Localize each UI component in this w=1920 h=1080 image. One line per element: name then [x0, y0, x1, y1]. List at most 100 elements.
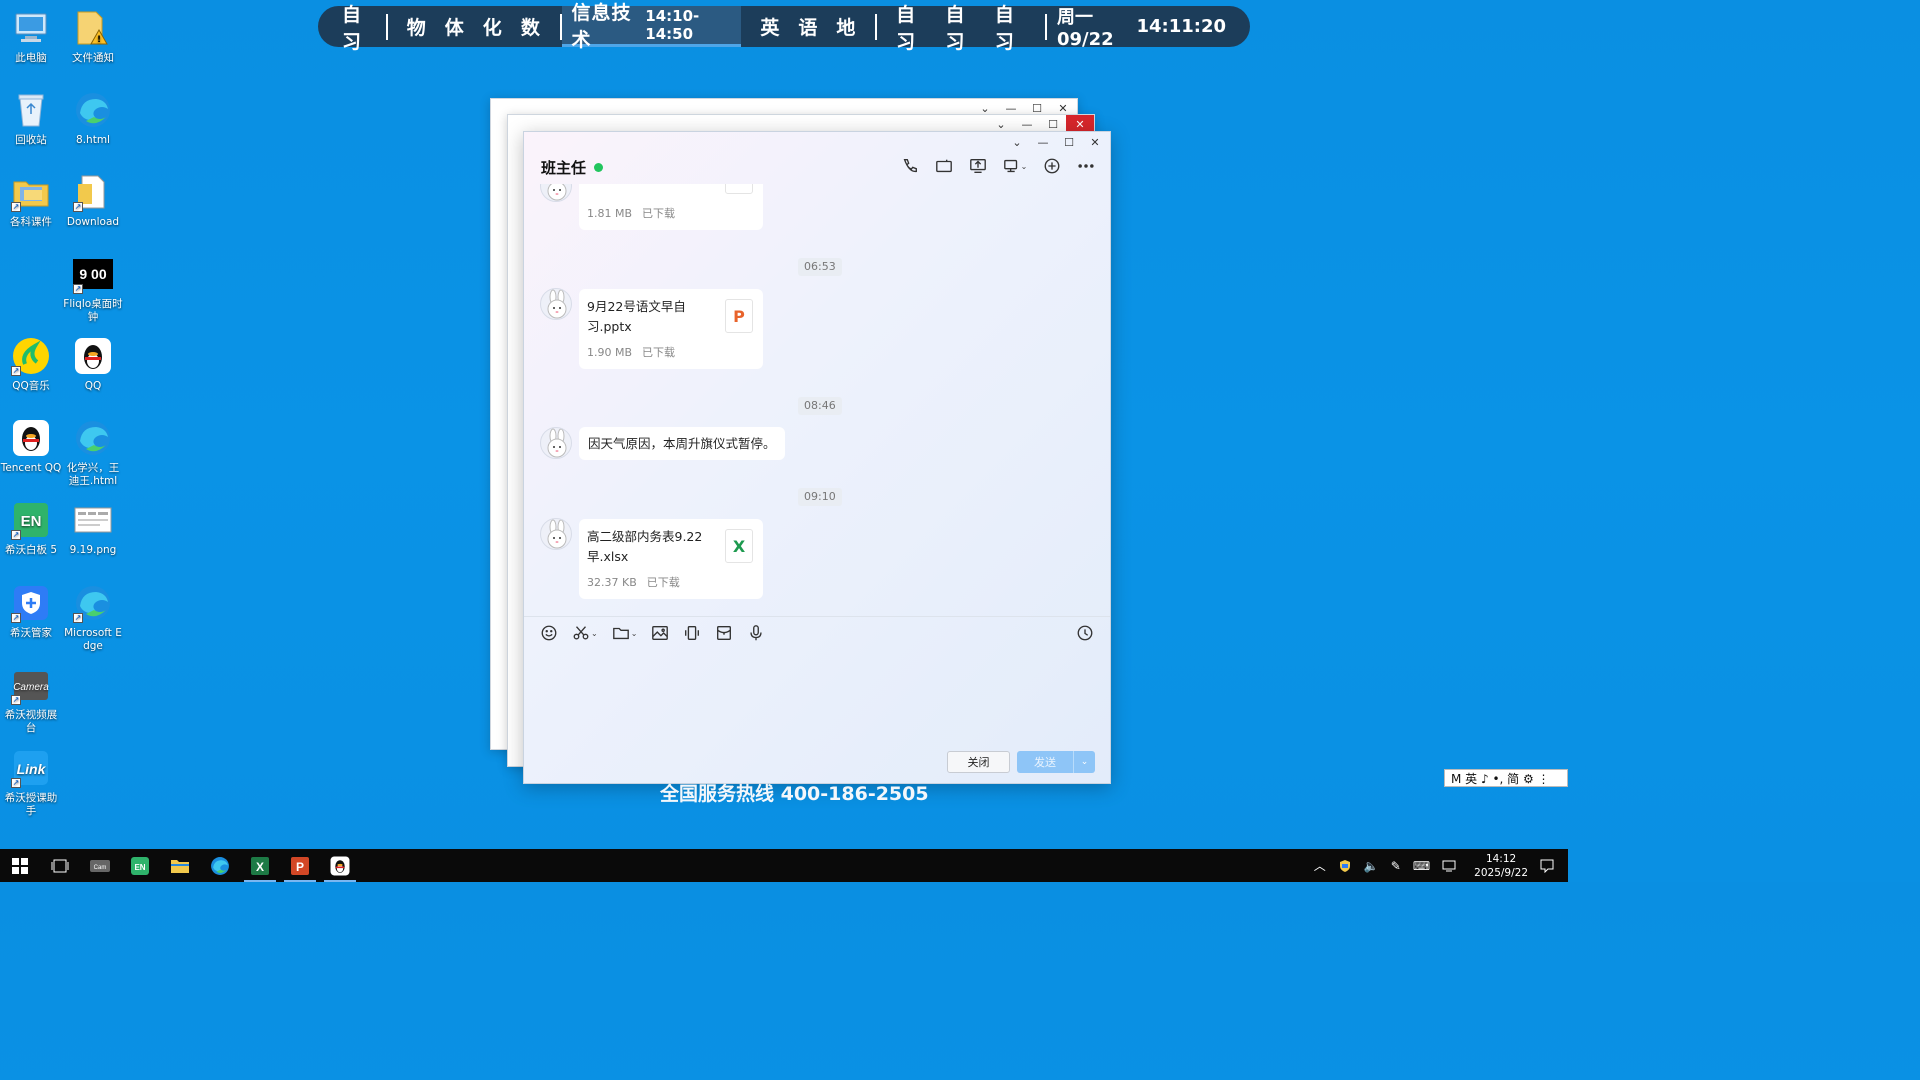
desktop-icon-label: Tencent QQ: [0, 462, 62, 474]
desktop-icon-courseware[interactable]: ↗ 各科课件: [0, 172, 62, 229]
desktop-icon-label: Microsoft Edge: [64, 627, 122, 652]
taskbar-edge[interactable]: [200, 849, 240, 882]
schedule-group-evening: 自习 自习 自习: [877, 4, 1045, 53]
voice-message-button[interactable]: [747, 623, 765, 643]
touch-keyboard-icon[interactable]: ⌨: [1413, 859, 1430, 873]
schedule-slot: 物: [406, 17, 427, 39]
file-message[interactable]: 高二级部内务表9.22早.xlsx X 32.37 KB 已下载: [579, 519, 763, 599]
pptx-file-icon: P: [725, 299, 753, 333]
chat-toolbar: ⌄: [900, 156, 1096, 176]
taskbar-time: 14:12: [1485, 852, 1517, 865]
avatar[interactable]: [540, 427, 572, 459]
close-button[interactable]: ✕: [1086, 136, 1104, 149]
file-meta: 32.37 KB 已下载: [587, 574, 680, 590]
desktop-icon-qq-music[interactable]: ↗ QQ音乐: [0, 336, 62, 393]
send-button[interactable]: 发送: [1017, 751, 1073, 773]
desktop-icon-edge[interactable]: ↗ Microsoft Edge: [62, 583, 124, 653]
taskbar-powerpoint[interactable]: P: [280, 849, 320, 882]
powerpoint-icon: P: [291, 856, 309, 875]
minimize-button[interactable]: —: [1034, 136, 1052, 149]
desktop-icon-chem-html[interactable]: 化学兴，王迪王.html: [62, 418, 124, 488]
maximize-button[interactable]: ☐: [1060, 136, 1078, 149]
schedule-slot: 自习: [994, 3, 1015, 53]
rabbit-avatar-icon: [547, 289, 567, 319]
security-shield-icon[interactable]: [1338, 859, 1352, 873]
clock-icon: 9 00 ↗: [73, 254, 113, 294]
desktop-icon-seewo-link[interactable]: Link ↗ 希沃授课助手: [0, 748, 62, 818]
ime-toolbar[interactable]: M 英 ♪ •, 简 ⚙ ⋮: [1444, 769, 1568, 787]
emoji-button[interactable]: [540, 623, 558, 643]
file-message[interactable]: 9月22号语文早自习.pptx P 1.90 MB 已下载: [579, 289, 763, 369]
send-image-button[interactable]: [651, 623, 669, 643]
taskbar-qq[interactable]: [320, 849, 360, 882]
schedule-group-morning: 物 体 化 数: [388, 6, 560, 47]
chevron-down-icon[interactable]: ⌄: [591, 629, 598, 638]
taskbar-seewo-whiteboard[interactable]: EN: [120, 849, 160, 882]
desktop-icon-seewo-manager[interactable]: ↗ 希沃管家: [0, 583, 62, 640]
file-size: 1.81 MB: [587, 207, 633, 220]
chevron-down-icon[interactable]: ⌄: [631, 629, 638, 638]
notification-icon[interactable]: [1540, 859, 1554, 873]
more-button[interactable]: [1076, 156, 1096, 176]
dropdown-button[interactable]: ⌄: [1008, 136, 1026, 149]
message-list[interactable]: P 1.81 MB 已下载 06:53 9月22号语文早自习.pptx P 1.9…: [524, 184, 1110, 616]
video-call-button[interactable]: [934, 156, 954, 176]
desktop-icon-label: QQ: [84, 380, 102, 392]
desktop-icon-label: QQ音乐: [12, 380, 50, 392]
pen-icon[interactable]: ✎: [1391, 859, 1401, 873]
desktop-icon-recycle-bin[interactable]: 回收站: [0, 90, 62, 147]
desktop-icon-seewo-camera[interactable]: Camera ↗ 希沃视频展台: [0, 665, 62, 735]
show-hidden-icons-chevron-up-icon[interactable]: ︿: [1314, 857, 1326, 874]
taskbar-file-explorer[interactable]: [160, 849, 200, 882]
voice-call-button[interactable]: [900, 156, 920, 176]
taskbar-seewo-camera[interactable]: Cam: [80, 849, 120, 882]
desktop-icon-seewo-whiteboard[interactable]: EN ↗ 希沃白板 5: [0, 500, 62, 557]
folder-icon: [171, 859, 189, 873]
desktop-icon-919png[interactable]: 9.19.png: [62, 500, 124, 557]
add-member-button[interactable]: [1042, 156, 1062, 176]
edge-icon: ↗: [73, 583, 113, 623]
send-file-button[interactable]: ⌄: [612, 623, 638, 643]
desktop-icon-fliqlo[interactable]: 9 00 ↗ Fliqlo桌面时钟: [62, 254, 124, 324]
file-name: 高二级部内务表9.22早.xlsx: [587, 529, 703, 564]
avatar[interactable]: [540, 288, 572, 320]
chat-title[interactable]: 班主任: [541, 157, 586, 178]
shake-button[interactable]: [683, 623, 701, 643]
close-chat-button[interactable]: 关闭: [947, 751, 1010, 773]
taskbar-clock[interactable]: 14:12 2025/9/22: [1474, 852, 1528, 880]
volume-icon[interactable]: 🔈: [1364, 859, 1379, 873]
text-message[interactable]: 因天气原因，本周升旗仪式暂停。: [579, 427, 785, 460]
seewo-en-icon: EN: [131, 856, 149, 875]
desktop-icon-file-notice[interactable]: ! 文件通知: [62, 8, 124, 65]
file-message[interactable]: P 1.81 MB 已下载: [579, 184, 763, 230]
desktop-icon-qq[interactable]: QQ: [62, 336, 124, 393]
start-button[interactable]: [0, 849, 40, 882]
remote-assist-button[interactable]: ⌄: [1002, 156, 1028, 176]
download-status: 已下载: [646, 576, 680, 589]
desktop-icon-download[interactable]: ↗ Download: [62, 172, 124, 229]
desktop-icon-label: 希沃白板 5: [4, 544, 58, 556]
schedule-slot: 地: [836, 17, 857, 39]
file-size: 32.37 KB: [587, 576, 637, 589]
screen-share-button[interactable]: [968, 156, 988, 176]
desktop-icon-label: 希沃管家: [10, 627, 52, 639]
message-input[interactable]: [540, 652, 1096, 744]
avatar[interactable]: [540, 184, 572, 202]
svg-text:P: P: [296, 860, 304, 874]
send-options-chevron-icon[interactable]: ⌄: [1073, 751, 1095, 773]
phone-icon: [903, 159, 917, 173]
current-subject: 信息技术: [571, 2, 632, 51]
screenshot-button[interactable]: ⌄: [572, 623, 598, 643]
clock-icon: [1077, 625, 1093, 641]
desktop-icon-this-pc[interactable]: 此电脑: [0, 8, 62, 65]
task-view-button[interactable]: [40, 849, 80, 882]
image-icon: [652, 626, 669, 640]
taskbar-excel[interactable]: X: [240, 849, 280, 882]
avatar[interactable]: [540, 518, 572, 550]
download-status: 已下载: [642, 346, 676, 359]
desktop-icon-tencent-qq[interactable]: Tencent QQ: [0, 418, 62, 475]
message-history-button[interactable]: [1076, 623, 1094, 643]
desktop-icon-8html[interactable]: 8.html: [62, 90, 124, 147]
red-packet-button[interactable]: [715, 623, 733, 643]
display-icon[interactable]: [1442, 860, 1456, 872]
